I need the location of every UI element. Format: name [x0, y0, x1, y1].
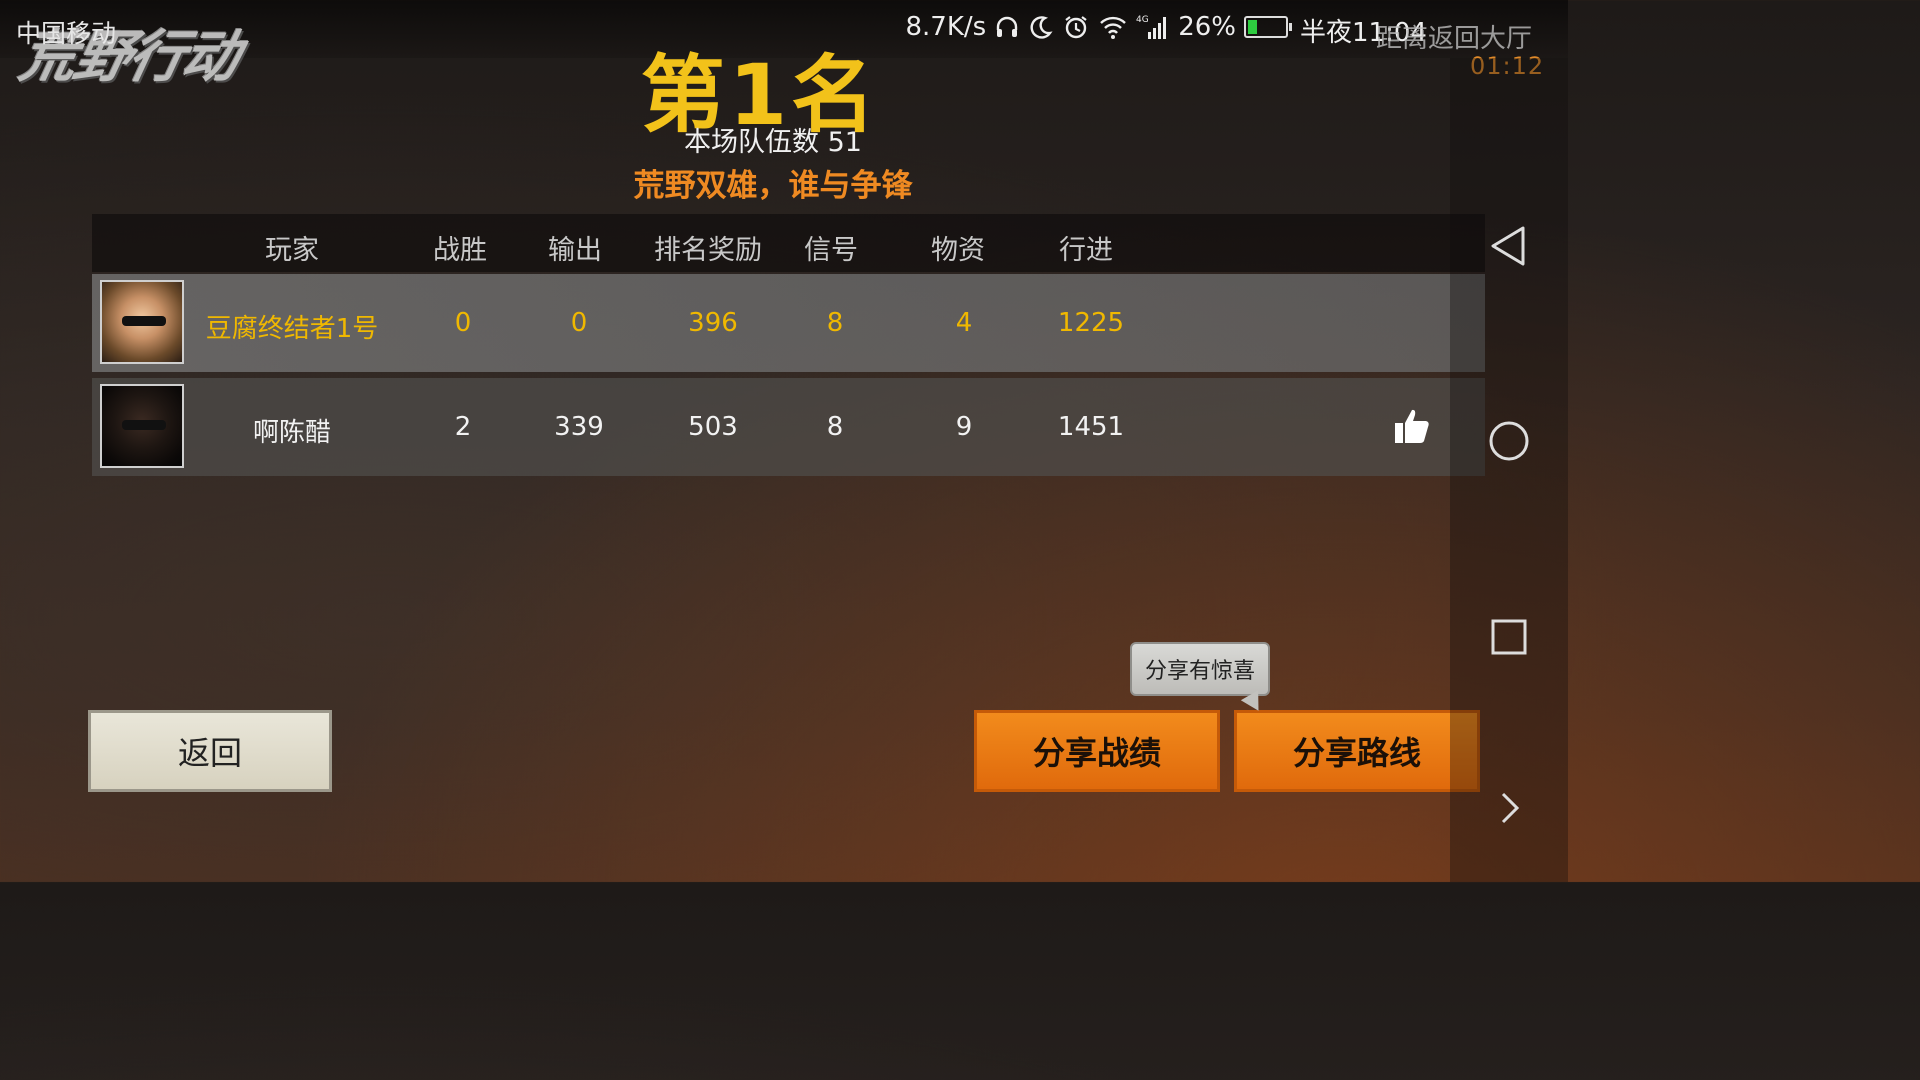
player-avatar[interactable] — [100, 384, 184, 468]
back-button[interactable]: 返回 — [88, 710, 332, 792]
damage-value: 339 — [554, 412, 604, 442]
header-supplies: 物资 — [931, 235, 985, 266]
share-route-button[interactable]: 分享路线 — [1234, 710, 1480, 792]
rank-reward-value: 396 — [688, 308, 738, 338]
player-avatar[interactable] — [100, 280, 184, 364]
header-travel: 行进 — [1059, 235, 1113, 266]
kills-value: 0 — [454, 308, 472, 338]
header-signal: 信号 — [804, 235, 858, 266]
rank-reward-value: 503 — [688, 412, 738, 442]
team-count: 本场队伍数 51 — [684, 127, 862, 158]
table-header: 玩家 战胜 输出 排名奖励 信号 物资 行进 — [92, 214, 1485, 272]
table-row[interactable]: 豆腐终结者1号 0 0 396 8 4 1225 — [92, 274, 1485, 372]
signal-value: 8 — [826, 412, 844, 442]
header-damage: 输出 — [548, 235, 602, 266]
supplies-value: 9 — [955, 412, 973, 442]
travel-value: 1451 — [1057, 412, 1125, 442]
signal-value: 8 — [826, 308, 844, 338]
travel-value: 1225 — [1057, 308, 1125, 338]
svg-text:4G: 4G — [1136, 15, 1149, 25]
results-table: 玩家 战胜 输出 排名奖励 信号 物资 行进 豆腐终结者1号 0 0 396 8… — [92, 214, 1485, 476]
thumbs-up-icon[interactable] — [1392, 406, 1432, 446]
header-kills: 战胜 — [433, 235, 487, 266]
result-slogan: 荒野双雄，谁与争锋 — [633, 168, 913, 204]
system-nav-bar — [1450, 58, 1568, 882]
damage-value: 0 — [570, 308, 588, 338]
share-tooltip: 分享有惊喜 — [1130, 642, 1270, 696]
header-player: 玩家 — [265, 235, 319, 266]
supplies-value: 4 — [955, 308, 973, 338]
kills-value: 2 — [454, 412, 472, 442]
header-rank-reward: 排名奖励 — [654, 235, 762, 266]
chevron-right-icon[interactable] — [1485, 784, 1533, 832]
player-name: 啊陈醋 — [252, 418, 332, 448]
recents-square-icon[interactable] — [1485, 613, 1533, 661]
player-name: 豆腐终结者1号 — [205, 314, 379, 344]
table-row[interactable]: 啊陈醋 2 339 503 8 9 1451 — [92, 378, 1485, 476]
back-triangle-icon[interactable] — [1485, 222, 1533, 270]
share-stats-button[interactable]: 分享战绩 — [974, 710, 1220, 792]
home-circle-icon[interactable] — [1485, 417, 1533, 465]
